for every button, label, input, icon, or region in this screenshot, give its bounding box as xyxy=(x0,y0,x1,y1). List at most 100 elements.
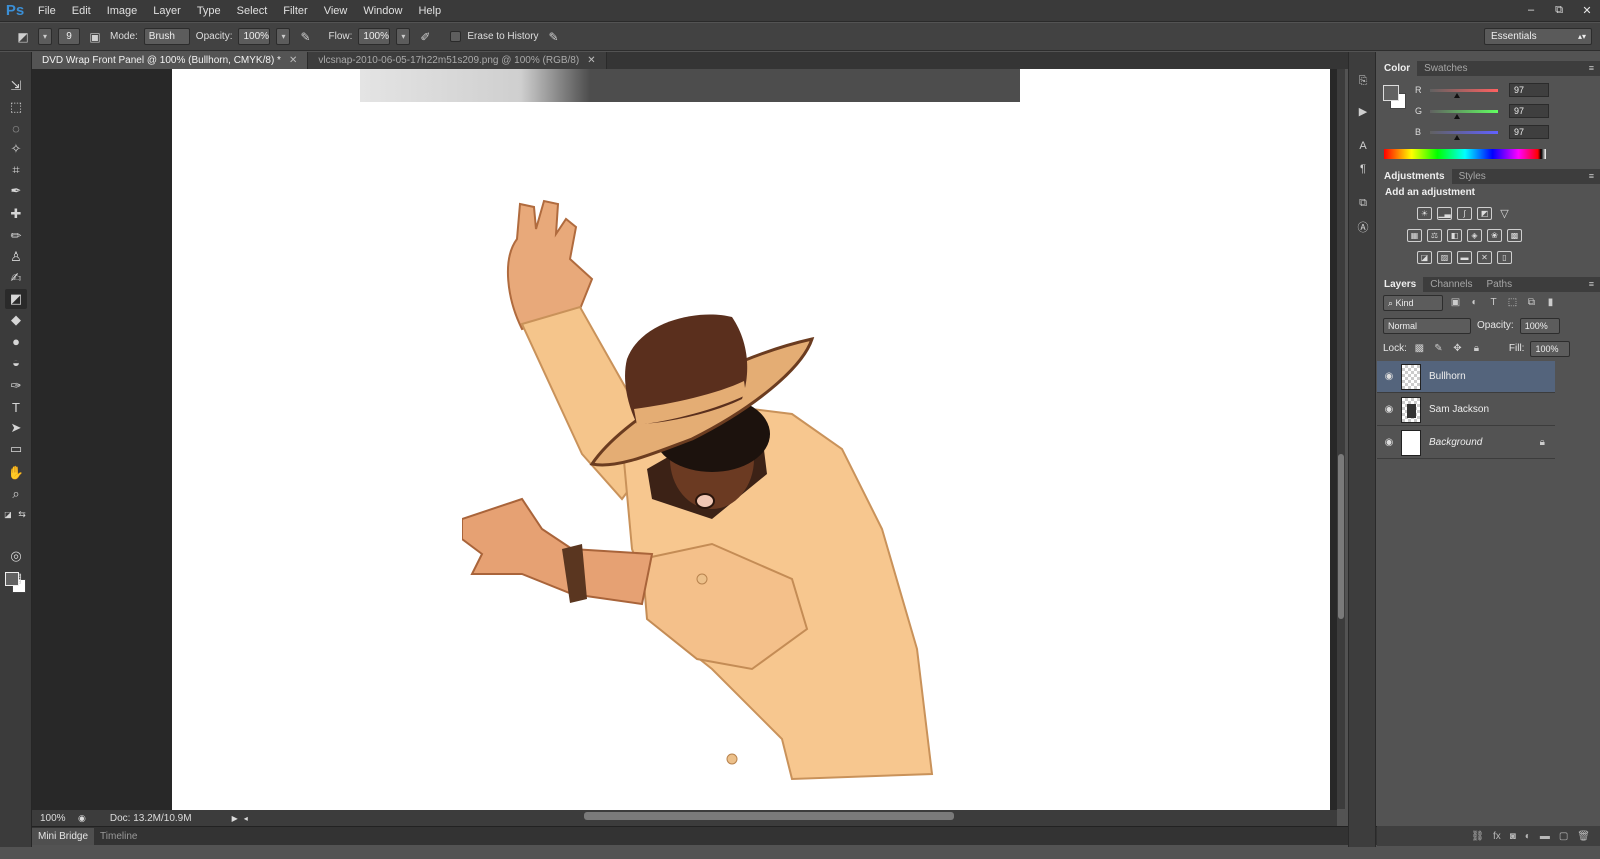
link-layers-icon[interactable]: ⛓ xyxy=(1471,831,1484,842)
history-panel-icon[interactable]: ⎘ xyxy=(1353,72,1373,90)
clone-stamp-tool-icon[interactable]: ♙ xyxy=(5,247,27,267)
blue-slider[interactable] xyxy=(1430,130,1498,140)
eraser-tool-icon[interactable]: ◩ xyxy=(5,289,27,309)
black-white-icon[interactable]: ◧ xyxy=(1447,229,1462,242)
menu-window[interactable]: Window xyxy=(355,0,410,22)
paragraph-panel-icon[interactable]: ¶ xyxy=(1353,160,1373,178)
blend-mode-select[interactable]: Normal xyxy=(1383,317,1471,334)
visibility-eye-icon[interactable]: ◉ xyxy=(1377,371,1401,382)
menu-select[interactable]: Select xyxy=(229,0,276,22)
visibility-eye-icon[interactable]: ◉ xyxy=(1377,404,1401,415)
filter-adjustment-icon[interactable]: ◐ xyxy=(1468,296,1481,309)
add-mask-icon[interactable]: ◙ xyxy=(1510,831,1516,842)
status-menu-arrow-icon[interactable]: ▶ xyxy=(232,814,238,823)
brush-size-field[interactable]: 9 xyxy=(58,28,80,45)
mode-select[interactable]: Brush xyxy=(143,28,190,45)
erase-to-history-checkbox[interactable] xyxy=(450,31,462,42)
brush-tool-icon[interactable]: ✏ xyxy=(5,226,27,246)
blur-tool-icon[interactable]: ● xyxy=(5,331,27,351)
filter-shape-icon[interactable]: ⬚ xyxy=(1506,296,1519,309)
opacity-field[interactable]: 100% xyxy=(238,28,271,45)
new-adjustment-layer-icon[interactable]: ◐ xyxy=(1525,831,1531,842)
channel-mixer-icon[interactable]: ❀ xyxy=(1487,229,1502,242)
photo-filter-icon[interactable]: ◈ xyxy=(1467,229,1482,242)
zoom-tool-icon[interactable]: ⌕ xyxy=(5,484,27,504)
actions-panel-icon[interactable]: ▶ xyxy=(1353,102,1373,120)
color-lookup-icon[interactable]: ▩ xyxy=(1507,229,1522,242)
panel-menu-icon[interactable]: ≡ xyxy=(1589,277,1594,292)
close-icon[interactable]: ✕ xyxy=(289,52,297,69)
zoom-level[interactable]: 100% xyxy=(32,813,78,824)
red-slider[interactable] xyxy=(1430,88,1498,98)
menu-edit[interactable]: Edit xyxy=(64,0,99,22)
quick-mask-icon[interactable]: ◎ xyxy=(5,546,27,566)
default-colors-icon[interactable]: ◪ xyxy=(2,504,14,524)
new-layer-icon[interactable]: ▢ xyxy=(1559,831,1568,842)
color-balance-icon[interactable]: ⚖ xyxy=(1427,229,1442,242)
eraser-tool-preset-icon[interactable]: ◩ xyxy=(14,28,32,46)
flow-field[interactable]: 100% xyxy=(358,28,391,45)
filter-pixel-icon[interactable]: ▣ xyxy=(1449,296,1462,309)
filter-toggle-icon[interactable]: ▮ xyxy=(1544,296,1557,309)
character-styles-icon[interactable]: Ⓐ xyxy=(1353,218,1373,236)
selective-color-icon[interactable]: ✕ xyxy=(1477,251,1492,264)
document-canvas[interactable] xyxy=(172,69,1330,826)
menu-type[interactable]: Type xyxy=(189,0,229,22)
tab-timeline[interactable]: Timeline xyxy=(94,828,143,845)
pressure-size-icon[interactable]: ✎ xyxy=(545,28,563,46)
fill-field[interactable]: 100% xyxy=(1530,340,1571,357)
menu-filter[interactable]: Filter xyxy=(275,0,315,22)
slider-thumb[interactable] xyxy=(1454,134,1460,140)
color-spectrum-bar[interactable] xyxy=(1384,149,1546,159)
character-panel-icon[interactable]: A xyxy=(1353,137,1373,155)
visibility-eye-icon[interactable]: ◉ xyxy=(1377,437,1401,448)
scroll-left-arrow-icon[interactable]: ◂ xyxy=(244,814,248,823)
restore-button[interactable]: ⧉ xyxy=(1552,4,1566,17)
rectangle-tool-icon[interactable]: ▭ xyxy=(5,439,27,459)
eyedropper-tool-icon[interactable]: ✒ xyxy=(5,181,27,201)
layer-style-icon[interactable]: fx xyxy=(1493,831,1501,842)
lock-pixels-icon[interactable]: ✎ xyxy=(1432,342,1445,355)
brush-panel-icon[interactable]: ▣ xyxy=(86,28,104,46)
layer-row-bullhorn[interactable]: ◉ Bullhorn xyxy=(1377,361,1555,393)
curves-icon[interactable]: ∫ xyxy=(1457,207,1472,220)
close-icon[interactable]: ✕ xyxy=(587,52,595,69)
menu-view[interactable]: View xyxy=(316,0,356,22)
crop-tool-icon[interactable]: ⌗ xyxy=(5,160,27,180)
tab-swatches[interactable]: Swatches xyxy=(1417,61,1474,76)
color-foreground-swatch[interactable] xyxy=(1383,85,1399,101)
vibrance-icon[interactable]: ▽ xyxy=(1497,207,1512,220)
horizontal-scroll-thumb[interactable] xyxy=(584,812,954,820)
workspace-switcher[interactable]: Essentials ▴▾ xyxy=(1484,28,1592,45)
paint-bucket-tool-icon[interactable]: ◆ xyxy=(5,310,27,330)
threshold-icon[interactable]: ▬ xyxy=(1457,251,1472,264)
panel-menu-icon[interactable]: ≡ xyxy=(1589,61,1594,76)
green-value-field[interactable]: 97 xyxy=(1509,104,1549,118)
menu-layer[interactable]: Layer xyxy=(145,0,189,22)
tab-layers[interactable]: Layers xyxy=(1377,277,1424,292)
path-selection-tool-icon[interactable]: ➤ xyxy=(5,418,27,438)
menu-help[interactable]: Help xyxy=(410,0,449,22)
tab-adjustments[interactable]: Adjustments xyxy=(1377,169,1452,184)
vertical-scrollbar[interactable] xyxy=(1337,69,1345,809)
menu-image[interactable]: Image xyxy=(99,0,146,22)
tab-styles[interactable]: Styles xyxy=(1452,169,1493,184)
marquee-tool-icon[interactable]: ⬚ xyxy=(5,97,27,117)
delete-layer-icon[interactable]: 🗑︎ xyxy=(1577,831,1590,842)
type-tool-icon[interactable]: T xyxy=(5,397,27,417)
new-group-icon[interactable]: ▬ xyxy=(1540,831,1550,842)
hand-tool-icon[interactable]: ✋ xyxy=(5,463,27,483)
exposure-icon[interactable]: ◩ xyxy=(1477,207,1492,220)
clone-source-panel-icon[interactable]: ⧉ xyxy=(1353,194,1373,212)
slider-thumb[interactable] xyxy=(1454,113,1460,119)
green-slider[interactable] xyxy=(1430,109,1498,119)
foreground-color-swatch[interactable] xyxy=(5,572,19,586)
panel-menu-icon[interactable]: ≡ xyxy=(1589,169,1594,184)
lasso-tool-icon[interactable]: ◌ xyxy=(5,118,27,138)
filter-smart-object-icon[interactable]: ⧉ xyxy=(1525,296,1538,309)
tab-channels[interactable]: Channels xyxy=(1423,277,1479,292)
dodge-tool-icon[interactable]: ◒ xyxy=(5,352,27,372)
pressure-opacity-icon[interactable]: ✎ xyxy=(296,28,314,46)
posterize-icon[interactable]: ▨ xyxy=(1437,251,1452,264)
minimize-button[interactable]: – xyxy=(1524,4,1538,16)
